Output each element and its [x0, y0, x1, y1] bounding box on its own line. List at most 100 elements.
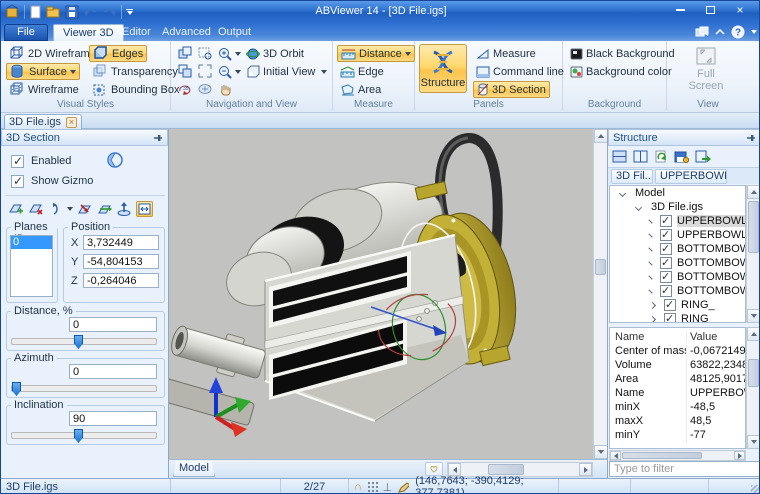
expander-icon[interactable] [648, 261, 652, 265]
filter-input[interactable] [609, 461, 760, 477]
zoom-window-icon[interactable] [197, 45, 213, 61]
tab-file[interactable]: File [4, 24, 48, 41]
black-background-button[interactable]: Black Background [567, 45, 678, 62]
zoom-out-dropdown-icon[interactable] [235, 70, 241, 74]
fit-section-button[interactable] [136, 201, 153, 217]
azimuth-input[interactable] [69, 364, 157, 379]
export-structure-icon[interactable] [695, 150, 711, 163]
expander-icon[interactable] [619, 189, 626, 196]
property-row[interactable]: Volume 63822,2348948 [610, 359, 745, 373]
distance-input[interactable] [69, 317, 157, 332]
transparency-button[interactable]: Transparency [89, 63, 181, 80]
ortho-mode-icon[interactable]: ⊥ [383, 481, 393, 494]
section-sphere-icon[interactable] [105, 150, 125, 170]
visibility-checkbox[interactable] [660, 271, 672, 283]
azimuth-slider[interactable] [11, 385, 157, 392]
visibility-checkbox[interactable] [664, 313, 676, 323]
properties-hscroll-thumb[interactable] [622, 452, 702, 459]
switch-windows-icon[interactable] [695, 26, 709, 38]
initial-view-button[interactable]: Initial View [243, 63, 318, 80]
tree-row-item[interactable]: UPPERBOWL [610, 214, 745, 228]
viewport-vscroll-thumb[interactable] [595, 259, 606, 275]
viewport-vscrollbar[interactable] [593, 129, 607, 459]
resize-grip[interactable] [751, 485, 760, 494]
close-button[interactable]: × [725, 1, 755, 19]
reset-plane-button[interactable] [116, 201, 133, 217]
scroll-right-icon[interactable] [734, 451, 745, 460]
expander-icon[interactable] [649, 315, 656, 322]
measure-panel-button[interactable]: Measure [473, 45, 539, 62]
help-dropdown-icon[interactable] [751, 30, 757, 34]
property-row[interactable]: Area 48125,9017897 [610, 373, 745, 387]
align-plane-button[interactable] [96, 201, 113, 217]
property-row[interactable]: Name UPPERBOWL [610, 387, 745, 401]
tree-row-item[interactable]: UPPERBOWL [610, 228, 745, 242]
visibility-checkbox[interactable] [660, 215, 672, 227]
pin-icon[interactable] [152, 133, 163, 144]
visibility-checkbox[interactable] [660, 285, 672, 297]
value-column-header[interactable]: Value [686, 331, 717, 343]
draw-mode-icon[interactable] [398, 482, 409, 493]
expander-icon[interactable] [649, 301, 656, 308]
plane-list-item[interactable]: 0 [11, 236, 52, 249]
bounding-box-button[interactable]: Bounding Box [89, 81, 183, 98]
tree-row-item[interactable]: RING_ [610, 312, 745, 323]
expander-icon[interactable] [635, 203, 642, 210]
scroll-down-icon[interactable] [747, 309, 760, 323]
tree-row-item[interactable]: RING_ [610, 298, 745, 312]
wireframe-button[interactable]: Wireframe [6, 81, 82, 98]
tree-row-file[interactable]: 3D File.igs [610, 200, 745, 214]
layout-preview-button[interactable] [425, 462, 443, 476]
expander-icon[interactable] [648, 275, 652, 279]
zoom-out-button[interactable] [215, 63, 244, 80]
title-bar[interactable]: ABViewer 14 - [3D File.igs] × [1, 1, 760, 23]
z-position-input[interactable] [83, 273, 159, 288]
spline-mode-icon[interactable]: ∩ [354, 481, 362, 493]
2d-wireframe-button[interactable]: 2D Wireframe [6, 45, 99, 62]
properties-vscrollbar[interactable] [746, 327, 760, 449]
pan-view-icon[interactable] [197, 81, 213, 97]
breadcrumb-file[interactable]: 3D Fil... [611, 169, 653, 184]
planes-id-list[interactable]: 0 [10, 235, 53, 297]
visibility-checkbox[interactable] [660, 243, 672, 255]
edge-button[interactable]: Edge [337, 63, 387, 80]
document-tab-close-icon[interactable]: × [66, 117, 77, 128]
maximize-button[interactable] [695, 1, 725, 19]
visibility-checkbox[interactable] [664, 299, 676, 311]
enabled-checkbox[interactable] [11, 155, 24, 168]
expander-icon[interactable] [648, 247, 652, 251]
split-horizontal-icon[interactable] [612, 150, 627, 163]
edges-button[interactable]: Edges [89, 45, 147, 62]
full-screen-button[interactable]: Full Screen [682, 44, 730, 93]
x-position-input[interactable] [83, 235, 159, 250]
property-row[interactable]: Center of mass -0,0672149757 [610, 345, 745, 359]
document-tab[interactable]: 3D File.igs × [4, 114, 82, 129]
inclination-slider[interactable] [11, 432, 157, 439]
refresh-structure-icon[interactable] [654, 150, 668, 163]
expander-icon[interactable] [648, 219, 652, 223]
visibility-checkbox[interactable] [660, 229, 672, 241]
properties-hscrollbar[interactable] [609, 450, 746, 461]
properties-vscroll-thumb[interactable] [748, 359, 759, 387]
minimize-button[interactable] [665, 1, 695, 19]
minimize-ribbon-icon[interactable] [715, 28, 725, 36]
scroll-down-icon[interactable] [594, 445, 608, 459]
zoom-in-dropdown-icon[interactable] [235, 52, 241, 56]
breadcrumb-node[interactable]: UPPERBOWL [655, 169, 727, 184]
show-gizmo-checkbox[interactable] [11, 175, 24, 188]
inclination-input[interactable] [69, 411, 157, 426]
scroll-down-icon[interactable] [747, 435, 760, 449]
property-row[interactable]: minX -48,5 [610, 401, 745, 415]
visibility-checkbox[interactable] [660, 257, 672, 269]
3d-model-canvas[interactable] [169, 129, 593, 459]
zoom-extents-icon[interactable] [197, 63, 213, 79]
scroll-left-icon[interactable] [610, 451, 621, 460]
distance-slider[interactable] [11, 338, 157, 345]
background-color-button[interactable]: Background color [567, 63, 675, 80]
model-layout-tab[interactable]: Model [173, 461, 215, 477]
viewport-hscroll-thumb[interactable] [488, 464, 524, 475]
expander-icon[interactable] [648, 233, 652, 237]
rotate-35-icon[interactable]: 35 [177, 81, 193, 97]
property-row[interactable]: minY -77 [610, 429, 745, 443]
plane-dropdown-icon[interactable] [67, 207, 73, 211]
